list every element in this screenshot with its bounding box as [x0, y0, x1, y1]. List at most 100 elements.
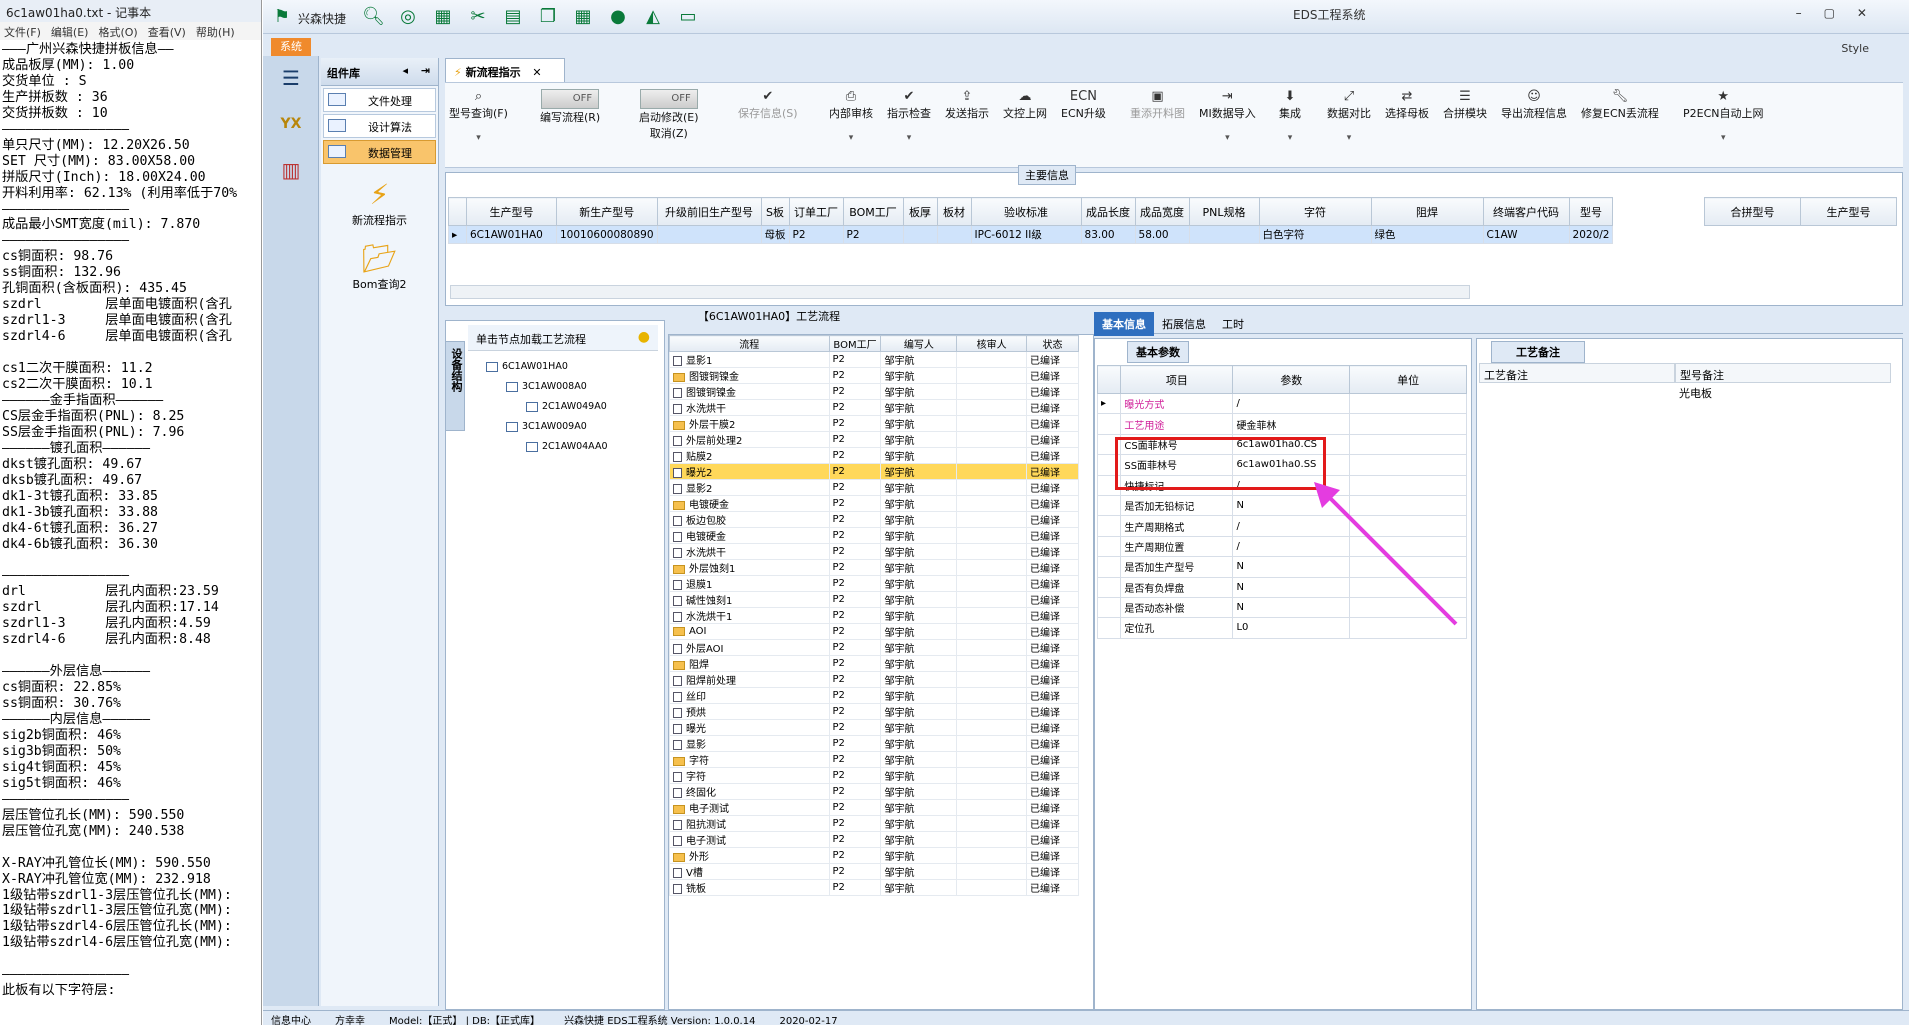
column-header[interactable]: BOM工厂: [828, 335, 882, 352]
ribbon-button[interactable]: OFF 编写流程(R): [540, 89, 600, 125]
column-header[interactable]: BOM工厂: [842, 197, 904, 226]
column-header[interactable]: 合拼型号: [1704, 197, 1801, 226]
column-header[interactable]: 状态: [1026, 335, 1079, 352]
column-header[interactable]: 板材: [936, 197, 972, 226]
chart-icon[interactable]: ◭: [642, 6, 664, 28]
table-row[interactable]: 电镀硬金 P2 邹宇航 已编译: [669, 495, 1079, 512]
table-row[interactable]: 退膜1 P2 邹宇航 已编译: [669, 575, 1079, 592]
ribbon-button[interactable]: OFF 启动修改(E) 取消(Z): [639, 89, 699, 141]
param-unit[interactable]: [1349, 454, 1467, 476]
table-row[interactable]: 外层干膜2 P2 邹宇航 已编译: [669, 415, 1079, 432]
table-cell[interactable]: 10010600080890: [556, 225, 658, 244]
toggle-switch[interactable]: OFF: [639, 89, 698, 109]
flow-name-cell[interactable]: 外层蚀刻1: [669, 559, 830, 576]
model-note-value[interactable]: 光电板: [1679, 385, 1712, 401]
tab-structure[interactable]: 设备结构: [445, 341, 465, 431]
notepad-menu-item[interactable]: 文件(F): [4, 26, 41, 39]
system-tab[interactable]: 系统: [271, 38, 311, 56]
tree-node[interactable]: 2C1AW049A0: [526, 401, 607, 412]
dropdown-arrow-icon[interactable]: ▾: [1327, 133, 1371, 143]
column-header[interactable]: PNL规格: [1188, 197, 1260, 226]
flow-name-cell[interactable]: 曝光: [669, 719, 830, 736]
table-cell[interactable]: 母板: [760, 225, 790, 244]
table-row[interactable]: 电镀硬金 P2 邹宇航 已编译: [669, 527, 1079, 544]
table-row[interactable]: 显影 P2 邹宇航 已编译: [669, 735, 1079, 752]
table-row[interactable]: 显影2 P2 邹宇航 已编译: [669, 479, 1079, 496]
table-row[interactable]: 字符 P2 邹宇航 已编译: [669, 751, 1079, 768]
flow-name-cell[interactable]: 退膜1: [669, 575, 830, 592]
ribbon-button[interactable]: ⇄ 选择母板: [1385, 89, 1429, 121]
table-row[interactable]: 电子测试 P2 邹宇航 已编译: [669, 799, 1079, 816]
ribbon-button[interactable]: ⬇ 集成 ▾: [1279, 89, 1301, 143]
table-row[interactable]: 水洗烘干 P2 邹宇航 已编译: [669, 399, 1079, 416]
flow-name-cell[interactable]: 预烘: [669, 703, 830, 720]
flow-name-cell[interactable]: 外形: [669, 847, 830, 864]
flow-name-cell[interactable]: 阻焊前处理: [669, 671, 830, 688]
flow-name-cell[interactable]: 显影1: [669, 351, 830, 368]
tree-node[interactable]: 3C1AW008A0: [506, 381, 587, 392]
flow-name-cell[interactable]: 阻抗测试: [669, 815, 830, 832]
column-header[interactable]: 成品长度: [1080, 197, 1136, 226]
help-lifebuoy-icon[interactable]: ◎: [397, 6, 419, 28]
dropdown-arrow-icon[interactable]: ▾: [887, 133, 931, 143]
table-cell[interactable]: IPC-6012 II级: [970, 225, 1082, 244]
main-info-hscroll[interactable]: [450, 285, 1470, 299]
flow-name-cell[interactable]: 水洗烘干: [669, 399, 830, 416]
tab-0[interactable]: 基本信息: [1094, 312, 1154, 336]
table-row[interactable]: 终固化 P2 邹宇航 已编译: [669, 783, 1079, 800]
ribbon-button[interactable]: ★ P2ECN自动上网 ▾: [1683, 89, 1764, 143]
flow-name-cell[interactable]: V槽: [669, 863, 830, 880]
table-row[interactable]: 碱性蚀刻1 P2 邹宇航 已编译: [669, 591, 1079, 608]
ribbon-button[interactable]: ⇥ MI数据导入 ▾: [1199, 89, 1256, 143]
close-icon[interactable]: ✕: [532, 66, 541, 79]
checkbox-icon[interactable]: [526, 441, 538, 452]
table-cell[interactable]: P2: [788, 225, 844, 244]
library-item[interactable]: 文件处理: [323, 88, 436, 112]
param-value[interactable]: /: [1232, 392, 1351, 415]
search-icon[interactable]: 🔍︎: [362, 6, 385, 28]
flow-name-cell[interactable]: 字符: [669, 751, 830, 768]
menu-icon[interactable]: ☰: [273, 60, 309, 96]
flow-name-cell[interactable]: 贴膜2: [669, 447, 830, 464]
flow-name-cell[interactable]: 图镀铜镍金: [669, 367, 830, 384]
flow-name-cell[interactable]: 终固化: [669, 783, 830, 800]
ribbon-sublabel[interactable]: 取消(Z): [650, 127, 688, 140]
flow-name-cell[interactable]: 阻焊: [669, 655, 830, 672]
flow-name-cell[interactable]: 外层干膜2: [669, 415, 830, 432]
ribbon-button[interactable]: 🔧︎ 修复ECN丢流程: [1581, 89, 1659, 121]
param-unit[interactable]: [1349, 413, 1467, 435]
flow-name-cell[interactable]: 图镀铜镍金: [669, 383, 830, 400]
grid-icon[interactable]: ▦: [432, 6, 454, 28]
table-cell[interactable]: P2: [842, 225, 904, 244]
lib-bom-query[interactable]: 📂︎ Bom查询2: [321, 242, 438, 292]
ribbon-button[interactable]: ⌕ 型号查询(F) ▾: [449, 89, 508, 143]
tree-node[interactable]: 6C1AW01HA0: [486, 361, 568, 372]
flow-name-cell[interactable]: 显影: [669, 735, 830, 752]
table-cell[interactable]: 绿色: [1370, 225, 1484, 244]
dropdown-arrow-icon[interactable]: ▾: [1279, 133, 1301, 143]
column-header[interactable]: 参数: [1232, 365, 1351, 394]
flow-name-cell[interactable]: 电镀硬金: [669, 495, 830, 512]
flow-name-cell[interactable]: 丝印: [669, 687, 830, 704]
column-header[interactable]: 核审人: [956, 335, 1028, 352]
column-header[interactable]: 升级前旧生产型号: [656, 197, 762, 226]
table-row[interactable]: 显影1 P2 邹宇航 已编译: [669, 351, 1079, 368]
table-row[interactable]: 阻焊 P2 邹宇航 已编译: [669, 655, 1079, 672]
calculator-icon[interactable]: ▥: [273, 152, 309, 188]
table-cell[interactable]: [902, 225, 938, 244]
flow-name-cell[interactable]: 曝光2: [669, 463, 830, 480]
column-header[interactable]: 生产型号: [466, 197, 557, 226]
column-header[interactable]: 编写人: [880, 335, 958, 352]
checkbox-icon[interactable]: [526, 401, 538, 412]
column-header[interactable]: 新生产型号: [556, 197, 658, 226]
flow-name-cell[interactable]: AOI: [669, 623, 830, 640]
column-header[interactable]: 板厚: [902, 197, 938, 226]
table-row[interactable]: AOI P2 邹宇航 已编译: [669, 623, 1079, 640]
ribbon-button[interactable]: ☺ 导出流程信息: [1501, 89, 1567, 121]
table-row[interactable]: 图镀铜镍金 P2 邹宇航 已编译: [669, 367, 1079, 384]
param-value[interactable]: 硬金菲林: [1232, 413, 1351, 435]
copy-icon[interactable]: ❐: [537, 6, 559, 28]
table-row[interactable]: 阻焊前处理 P2 邹宇航 已编译: [669, 671, 1079, 688]
table-cell[interactable]: 83.00: [1080, 225, 1136, 244]
ribbon-button[interactable]: ⎙ 内部审核 ▾: [829, 89, 873, 143]
